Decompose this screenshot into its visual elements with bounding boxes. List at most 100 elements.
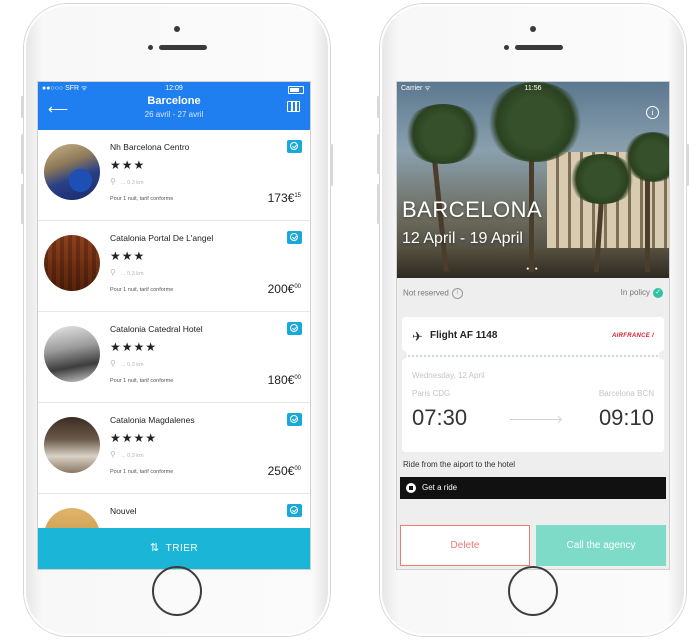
- price-main: 250€: [267, 464, 295, 478]
- sort-arrows-icon: ⇅: [149, 542, 160, 554]
- plane-icon: ✈: [412, 329, 423, 344]
- call-agency-button[interactable]: Call the agency: [536, 525, 666, 566]
- hotel-photo: [44, 235, 100, 291]
- destination-city: BARCELONA: [402, 197, 543, 222]
- page-title: Barcelone: [147, 95, 201, 107]
- compliant-check-icon: [287, 504, 302, 517]
- home-button: [152, 566, 202, 616]
- compliant-check-icon: [287, 322, 302, 335]
- volume-up-button: [377, 134, 380, 174]
- arrival-time: 09:10: [598, 405, 654, 430]
- uber-icon: [406, 482, 416, 493]
- hotel-name: Catalonia Catedral Hotel: [110, 324, 203, 334]
- hotel-distance: ... 0,3 km: [121, 362, 144, 368]
- star-rating: ★★★: [110, 249, 146, 263]
- left-phone: ●●○○○ SFR ᯤ 12:09 ⟵ Barcelone 26 avril -…: [21, 4, 333, 636]
- hotel-photo: [44, 417, 100, 473]
- hotel-name: Nouvel: [110, 506, 137, 516]
- mute-switch: [377, 96, 380, 118]
- hotel-card[interactable]: Catalonia Catedral Hotel ★★★★ ⚲ ... 0,3 …: [38, 312, 310, 403]
- hotel-distance: ... 0,3 km: [121, 271, 144, 277]
- hotel-name: Catalonia Magdalenes: [110, 415, 195, 425]
- policy-status: In policy ✓: [621, 288, 663, 298]
- get-a-ride-button[interactable]: Get a ride: [400, 477, 666, 499]
- hotel-card[interactable]: Catalonia Portal De L'angel ★★★ ⚲ ... 0,…: [38, 221, 310, 312]
- palm-crown: [403, 104, 483, 164]
- ride-section-label: Ride from the aiport to the hotel: [403, 460, 516, 469]
- info-icon[interactable]: i: [451, 288, 463, 299]
- page-dots: ● ●: [526, 266, 540, 272]
- hotel-photo: [44, 144, 100, 200]
- airline-logo: AIRFRANCE /: [612, 333, 654, 339]
- info-icon[interactable]: i: [646, 106, 659, 119]
- price-main: 173€: [267, 191, 295, 205]
- earpiece-speaker: [159, 45, 207, 50]
- proximity-sensor: [504, 45, 509, 50]
- hotel-name: Catalonia Portal De L'angel: [110, 233, 214, 243]
- hotel-price: 250€00: [268, 464, 301, 478]
- volume-down-button: [377, 184, 380, 224]
- location-pin-icon: ⚲: [110, 450, 116, 459]
- price-cents: 00: [294, 375, 301, 381]
- compliant-check-icon: [287, 231, 302, 244]
- sort-button[interactable]: ⇅ TRIER: [38, 528, 310, 569]
- hotel-card[interactable]: Catalonia Magdalenes ★★★★ ⚲ ... 0,3 km P…: [38, 403, 310, 494]
- palm-crown: [485, 82, 585, 162]
- status-bar: Carrier ᯤ 11:56: [397, 84, 669, 94]
- flight-date: Wednesday, 12 April: [412, 371, 485, 380]
- star-rating: ★★★★: [110, 431, 158, 445]
- hotel-photo: [44, 326, 100, 382]
- price-main: 180€: [267, 373, 295, 387]
- rate-note: Pour 1 nuit, tarif conforme: [110, 196, 174, 202]
- map-icon[interactable]: [287, 101, 300, 112]
- hotel-price: 180€00: [268, 373, 301, 387]
- proximity-sensor: [148, 45, 153, 50]
- flight-card[interactable]: ✈ Flight AF 1148 AIRFRANCE / Wednesday, …: [397, 317, 669, 452]
- right-phone: Carrier ᯤ 11:56 i BARCELONA 12 April - 1…: [377, 4, 689, 636]
- right-arrow-icon: [510, 419, 560, 420]
- compliant-check-icon: [287, 140, 302, 153]
- hotel-price: 173€15: [268, 191, 301, 205]
- volume-up-button: [21, 134, 24, 174]
- star-rating: ★★★★: [110, 340, 158, 354]
- get-a-ride-label: Get a ride: [422, 483, 458, 492]
- power-button: [330, 144, 333, 186]
- hotel-card[interactable]: Nouvel: [38, 494, 310, 528]
- ticket-notch: [397, 350, 407, 360]
- airline-logo-mark: /: [652, 333, 654, 339]
- location-pin-icon: ⚲: [110, 177, 116, 186]
- city-hero-photo: Carrier ᯤ 11:56 i BARCELONA 12 April - 1…: [397, 82, 669, 278]
- hotel-price: 200€00: [268, 282, 301, 296]
- app-header: ●●○○○ SFR ᯤ 12:09 ⟵ Barcelone 26 avril -…: [38, 82, 310, 130]
- rate-note: Pour 1 nuit, tarif conforme: [110, 378, 174, 384]
- delete-button[interactable]: Delete: [400, 525, 530, 566]
- ticket-notch: [659, 350, 669, 360]
- sort-label: TRIER: [165, 543, 199, 554]
- price-main: 200€: [267, 282, 295, 296]
- front-camera: [174, 26, 180, 32]
- price-cents: 00: [294, 284, 301, 290]
- trip-detail-screen: Carrier ᯤ 11:56 i BARCELONA 12 April - 1…: [397, 82, 669, 569]
- flight-card-header: ✈ Flight AF 1148 AIRFRANCE /: [402, 317, 664, 355]
- departure-time: 07:30: [412, 405, 468, 430]
- hotel-card[interactable]: Nh Barcelona Centro ★★★ ⚲ ... 0,3 km Pou…: [38, 130, 310, 221]
- price-cents: 15: [294, 193, 301, 199]
- flight-number: Flight AF 1148: [430, 330, 498, 341]
- airline-name: AIRFRANCE: [612, 333, 651, 339]
- policy-label: In policy: [620, 288, 650, 298]
- compliant-check-icon: [287, 413, 302, 426]
- battery-icon: [288, 86, 304, 94]
- price-cents: 00: [294, 466, 301, 472]
- hotel-distance: ... 0,3 km: [121, 180, 144, 186]
- hotel-name: Nh Barcelona Centro: [110, 142, 190, 152]
- location-pin-icon: ⚲: [110, 359, 116, 368]
- trip-body: Not reserved i In policy ✓ ✈ Flight AF 114…: [397, 278, 669, 569]
- hotel-list-screen: ●●○○○ SFR ᯤ 12:09 ⟵ Barcelone 26 avril -…: [38, 82, 310, 569]
- hotel-distance: ... 0,3 km: [121, 453, 144, 459]
- trip-dates: 12 April - 19 April: [402, 230, 523, 247]
- check-icon: ✓: [653, 288, 663, 298]
- volume-down-button: [21, 184, 24, 224]
- hotel-photo: [44, 508, 100, 528]
- status-time: 12:09: [165, 85, 183, 92]
- status-bar: ●●○○○ SFR ᯤ 12:09: [38, 84, 310, 94]
